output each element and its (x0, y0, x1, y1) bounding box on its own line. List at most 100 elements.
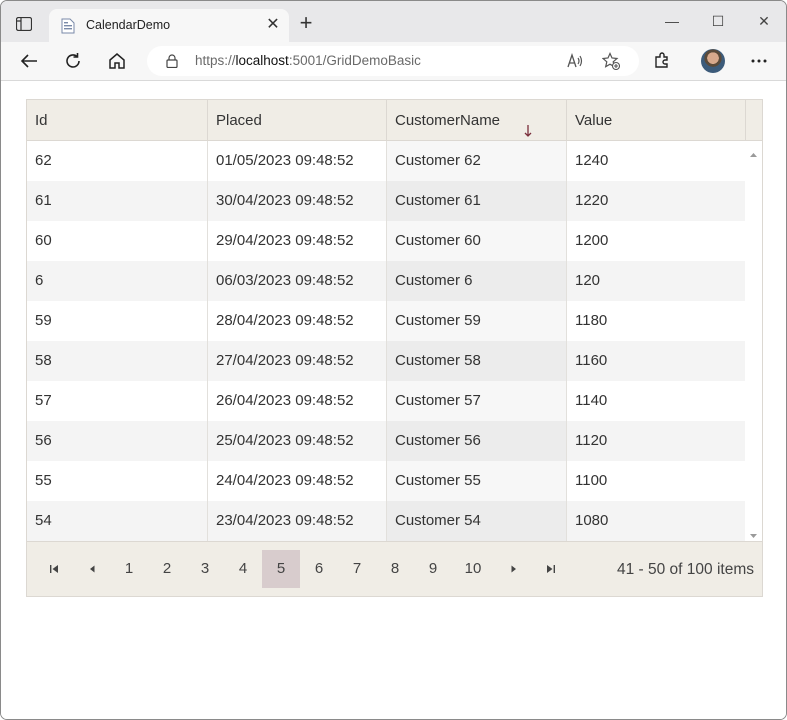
favorites-star-icon[interactable] (602, 52, 620, 70)
page-button-9[interactable]: 9 (414, 550, 452, 588)
cell-customername: Customer 59 (387, 301, 567, 341)
cell-value: 1180 (575, 312, 608, 329)
cell-value: 1140 (575, 392, 608, 409)
table-row[interactable]: 58 27/04/2023 09:48:52 Customer 58 1160 (27, 341, 745, 381)
cell-value: 120 (575, 272, 601, 289)
cell-placed: 06/03/2023 09:48:52 (208, 261, 387, 301)
vertical-scrollbar[interactable] (745, 141, 762, 541)
page-button-10[interactable]: 10 (454, 550, 492, 588)
new-tab-icon[interactable]: + (297, 12, 315, 34)
cell-id: 62 (27, 141, 208, 181)
page-button-6[interactable]: 6 (300, 550, 338, 588)
cell-id: 61 (27, 181, 208, 221)
cell-id: 59 (27, 301, 208, 341)
navigation-bar: https://localhost:5001/GridDemoBasic (1, 42, 786, 81)
read-aloud-icon[interactable] (566, 52, 584, 70)
profile-avatar[interactable] (701, 49, 725, 73)
page-button-2[interactable]: 2 (148, 550, 186, 588)
sort-descending-icon (523, 113, 533, 137)
table-row[interactable]: 54 23/04/2023 09:48:52 Customer 54 1080 (27, 501, 745, 541)
page-button-8[interactable]: 8 (376, 550, 414, 588)
data-grid: Id Placed CustomerName Value 62 01/05/202… (26, 99, 763, 597)
tab-bar: CalendarDemo ✕ + — ☐ ✕ (1, 1, 786, 42)
cell-id: 6 (27, 261, 208, 301)
cell-placed: 28/04/2023 09:48:52 (208, 301, 387, 341)
home-icon[interactable] (107, 51, 127, 71)
cell-value: 1240 (575, 152, 609, 169)
grid-body: 62 01/05/2023 09:48:52 Customer 62 1240 61 30… (27, 141, 745, 541)
cell-placed: 01/05/2023 09:48:52 (208, 141, 387, 181)
cell-customername: Customer 57 (387, 381, 567, 421)
cell-id: 57 (27, 381, 208, 421)
tab-title: CalendarDemo (86, 18, 171, 32)
grid-header: Id Placed CustomerName Value (27, 100, 762, 141)
column-header-placed[interactable]: Placed (208, 100, 387, 141)
minimize-icon[interactable]: — (664, 13, 680, 29)
last-page-icon[interactable] (532, 550, 570, 588)
maximize-icon[interactable]: ☐ (710, 13, 726, 29)
table-row[interactable]: 6 06/03/2023 09:48:52 Customer 6 120 (27, 261, 745, 301)
page-button-1[interactable]: 1 (110, 550, 148, 588)
extensions-puzzle-icon[interactable] (652, 51, 672, 71)
tab-actions-icon[interactable] (13, 13, 35, 35)
column-header-id[interactable]: Id (27, 100, 208, 141)
next-page-icon[interactable] (495, 550, 533, 588)
cell-id: 55 (27, 461, 208, 501)
cell-id: 56 (27, 421, 208, 461)
cell-id: 60 (27, 221, 208, 261)
table-row[interactable]: 57 26/04/2023 09:48:52 Customer 57 1140 (27, 381, 745, 421)
cell-value: 1220 (575, 192, 609, 209)
page-button-4[interactable]: 4 (224, 550, 262, 588)
cell-customername: Customer 60 (387, 221, 567, 261)
cell-customername: Customer 54 (387, 501, 567, 541)
cell-customername: Customer 55 (387, 461, 567, 501)
previous-page-icon[interactable] (73, 550, 111, 588)
page-favicon-icon (61, 18, 75, 34)
cell-placed: 25/04/2023 09:48:52 (208, 421, 387, 461)
back-arrow-icon[interactable] (19, 51, 39, 71)
cell-value: 1120 (575, 432, 608, 449)
cell-id: 54 (27, 501, 208, 541)
cell-value: 1160 (575, 352, 608, 369)
page-button-3[interactable]: 3 (186, 550, 224, 588)
table-row[interactable]: 59 28/04/2023 09:48:52 Customer 59 1180 (27, 301, 745, 341)
cell-placed: 30/04/2023 09:48:52 (208, 181, 387, 221)
refresh-icon[interactable] (63, 51, 83, 71)
table-row[interactable]: 56 25/04/2023 09:48:52 Customer 56 1120 (27, 421, 745, 461)
address-bar[interactable]: https://localhost:5001/GridDemoBasic (147, 46, 639, 76)
url-text[interactable]: https://localhost:5001/GridDemoBasic (195, 53, 421, 68)
cell-value: 1080 (575, 512, 609, 529)
more-menu-icon[interactable] (749, 51, 769, 71)
cell-value: 1200 (575, 232, 609, 249)
scroll-down-arrow-icon[interactable] (749, 527, 758, 538)
window-close-icon[interactable]: ✕ (756, 13, 772, 29)
cell-placed: 26/04/2023 09:48:52 (208, 381, 387, 421)
table-row[interactable]: 61 30/04/2023 09:48:52 Customer 61 1220 (27, 181, 745, 221)
page-button-7[interactable]: 7 (338, 550, 376, 588)
column-header-customername-label: CustomerName (395, 112, 501, 129)
column-header-value[interactable]: Value (567, 100, 746, 141)
cell-customername: Customer 61 (387, 181, 567, 221)
grid-pager: 1 2 3 4 5 6 7 8 9 10 41 - 50 of 100 item… (27, 541, 762, 596)
scroll-up-arrow-icon[interactable] (749, 146, 758, 157)
cell-placed: 27/04/2023 09:48:52 (208, 341, 387, 381)
column-header-customername[interactable]: CustomerName (387, 100, 567, 141)
tab-calendardemo[interactable]: CalendarDemo ✕ (49, 9, 289, 42)
cell-customername: Customer 56 (387, 421, 567, 461)
table-row[interactable]: 62 01/05/2023 09:48:52 Customer 62 1240 (27, 141, 745, 181)
cell-customername: Customer 6 (387, 261, 567, 301)
cell-id: 58 (27, 341, 208, 381)
tab-close-icon[interactable]: ✕ (265, 17, 281, 33)
table-row[interactable]: 55 24/04/2023 09:48:52 Customer 55 1100 (27, 461, 745, 501)
table-row[interactable]: 60 29/04/2023 09:48:52 Customer 60 1200 (27, 221, 745, 261)
page-content: Id Placed CustomerName Value 62 01/05/202… (1, 81, 786, 719)
cell-customername: Customer 62 (387, 141, 567, 181)
browser-window: CalendarDemo ✕ + — ☐ ✕ https://localhost… (0, 0, 787, 720)
first-page-icon[interactable] (35, 550, 73, 588)
cell-value: 1100 (575, 472, 608, 489)
pager-info: 41 - 50 of 100 items (617, 561, 754, 578)
lock-icon[interactable] (166, 54, 178, 69)
page-button-5-current[interactable]: 5 (262, 550, 300, 588)
cell-placed: 23/04/2023 09:48:52 (208, 501, 387, 541)
cell-placed: 29/04/2023 09:48:52 (208, 221, 387, 261)
